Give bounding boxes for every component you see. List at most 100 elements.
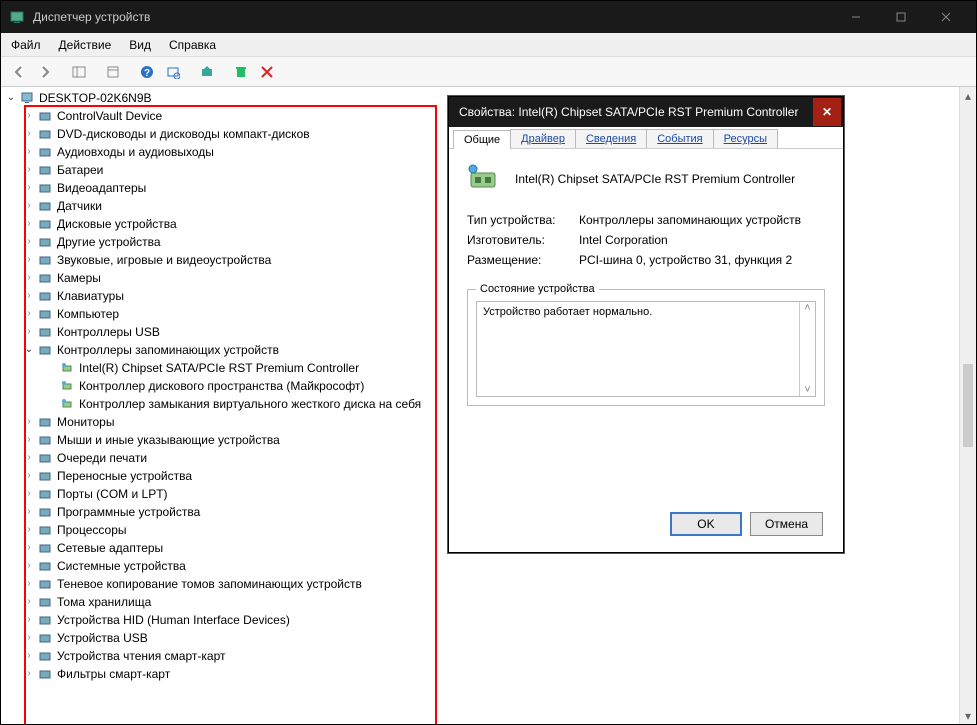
dialog-close-button[interactable]: ✕ [813,98,841,126]
status-legend: Состояние устройства [476,283,599,295]
expand-arrow-icon[interactable]: › [23,611,35,629]
category-icon [37,234,53,250]
category-icon [37,558,53,574]
category-icon [37,576,53,592]
status-scrollbar[interactable]: ˄˅ [799,302,815,396]
expand-arrow-icon[interactable]: › [23,269,35,287]
expand-arrow-icon[interactable]: › [23,467,35,485]
tab-general[interactable]: Общие [453,130,511,149]
menu-action[interactable]: Действие [59,38,112,52]
label-type: Тип устройства: [467,213,579,227]
expand-arrow-icon[interactable]: › [23,539,35,557]
tree-category-label: Очереди печати [57,449,147,467]
nav-forward-button[interactable] [33,60,57,84]
expand-arrow-icon[interactable]: › [23,503,35,521]
scroll-up-button[interactable]: ▴ [960,87,976,104]
category-icon [37,468,53,484]
expand-arrow-icon[interactable]: › [23,305,35,323]
expand-arrow-icon[interactable]: › [23,107,35,125]
tree-category[interactable]: › Теневое копирование томов запоминающих … [23,575,959,593]
tab-details[interactable]: Сведения [575,129,647,148]
category-icon [37,216,53,232]
expand-arrow-icon[interactable]: › [23,647,35,665]
expand-arrow-icon[interactable]: › [23,251,35,269]
scroll-thumb[interactable] [963,364,973,447]
update-driver-button[interactable] [195,60,219,84]
tree-category-label: Теневое копирование томов запоминающих у… [57,575,362,593]
expand-arrow-icon[interactable]: ⌄ [23,341,35,359]
toolbar: ? [1,57,976,87]
device-icon [467,163,499,195]
dialog-titlebar[interactable]: Свойства: Intel(R) Chipset SATA/PCIe RST… [449,97,843,127]
computer-icon [19,90,35,106]
tree-category-label: Мыши и иные указывающие устройства [57,431,280,449]
vertical-scrollbar[interactable]: ▴ ▾ [959,87,976,724]
tree-category[interactable]: › Тома хранилища [23,593,959,611]
close-button[interactable] [923,3,968,31]
tab-events[interactable]: События [646,129,713,148]
category-icon [37,180,53,196]
minimize-button[interactable] [833,3,878,31]
category-icon [37,594,53,610]
expand-arrow-icon[interactable]: › [23,179,35,197]
expand-arrow-icon[interactable]: ⌄ [5,89,17,107]
disable-device-button[interactable] [255,60,279,84]
category-icon [37,432,53,448]
category-icon [37,126,53,142]
expand-arrow-icon[interactable]: › [23,413,35,431]
expand-arrow-icon[interactable]: › [23,449,35,467]
menu-view[interactable]: Вид [129,38,151,52]
dialog-tabs: Общие Драйвер Сведения События Ресурсы [449,127,843,149]
properties-button[interactable] [101,60,125,84]
maximize-button[interactable] [878,3,923,31]
expand-arrow-icon[interactable]: › [23,593,35,611]
ok-button[interactable]: OK [670,512,742,536]
tree-category-label: Тома хранилища [57,593,151,611]
status-fieldset: Состояние устройства Устройство работает… [467,283,825,406]
value-manufacturer: Intel Corporation [579,233,668,247]
device-name: Intel(R) Chipset SATA/PCIe RST Premium C… [515,172,795,186]
tree-category[interactable]: ›Устройства чтения смарт-карт [23,647,959,665]
tree-category-label: Видеоадаптеры [57,179,146,197]
tree-category-label: Порты (COM и LPT) [57,485,168,503]
dialog-body: Intel(R) Chipset SATA/PCIe RST Premium C… [449,149,843,420]
device-icon [59,378,75,394]
nav-back-button[interactable] [7,60,31,84]
expand-arrow-icon[interactable]: › [23,215,35,233]
category-icon [37,648,53,664]
menu-file[interactable]: Файл [11,38,41,52]
expand-arrow-icon[interactable]: › [23,575,35,593]
expand-arrow-icon[interactable]: › [23,143,35,161]
show-hide-tree-button[interactable] [67,60,91,84]
help-button[interactable]: ? [135,60,159,84]
titlebar[interactable]: Диспетчер устройств [1,1,976,33]
scroll-down-button[interactable]: ▾ [960,707,976,724]
expand-arrow-icon[interactable]: › [23,323,35,341]
expand-arrow-icon[interactable]: › [23,521,35,539]
cancel-button[interactable]: Отмена [750,512,823,536]
device-icon [59,396,75,412]
status-textbox[interactable]: Устройство работает нормально. ˄˅ [476,301,816,397]
expand-arrow-icon[interactable]: › [23,431,35,449]
tree-category[interactable]: ›Устройства USB [23,629,959,647]
expand-arrow-icon[interactable]: › [23,233,35,251]
expand-arrow-icon[interactable]: › [23,161,35,179]
tree-category[interactable]: ›Фильтры смарт-карт [23,665,959,683]
tree-category[interactable]: › Системные устройства [23,557,959,575]
tree-category-label: Системные устройства [57,557,186,575]
expand-arrow-icon[interactable]: › [23,125,35,143]
expand-arrow-icon[interactable]: › [23,485,35,503]
menu-help[interactable]: Справка [169,38,216,52]
label-location: Размещение: [467,253,579,267]
tab-resources[interactable]: Ресурсы [713,129,778,148]
scan-hardware-button[interactable] [161,60,185,84]
tree-category[interactable]: ›Устройства HID (Human Interface Devices… [23,611,959,629]
expand-arrow-icon[interactable]: › [23,557,35,575]
tree-category-label: Камеры [57,269,101,287]
expand-arrow-icon[interactable]: › [23,287,35,305]
uninstall-device-button[interactable] [229,60,253,84]
expand-arrow-icon[interactable]: › [23,665,35,683]
expand-arrow-icon[interactable]: › [23,197,35,215]
tab-driver[interactable]: Драйвер [510,129,576,148]
expand-arrow-icon[interactable]: › [23,629,35,647]
